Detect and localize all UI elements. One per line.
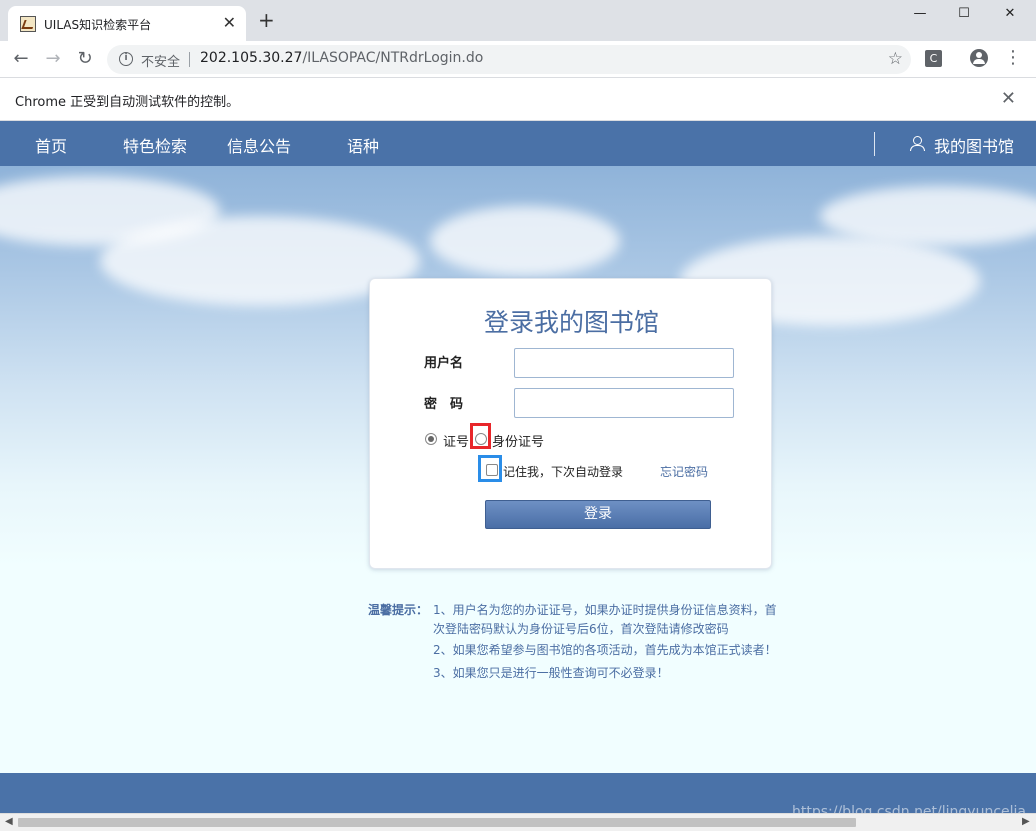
extension-icon[interactable]: C	[925, 50, 942, 67]
tab-title: UILAS知识检索平台	[44, 18, 152, 32]
browser-toolbar: ← → ↻ i 不安全 202.105.30.27/ILASOPAC/NTRdr…	[0, 41, 1036, 78]
remember-me-label: 记住我，下次自动登录	[503, 465, 624, 479]
highlight-box-red	[470, 423, 491, 449]
tip-line: 3、如果您只是进行一般性查询可不必登录！	[433, 666, 669, 680]
automation-infobar: Chrome 正受到自动测试软件的控制。 ✕	[0, 78, 1036, 121]
radio-id-number-label: 身份证号	[492, 435, 545, 450]
password-input[interactable]	[514, 388, 734, 418]
password-label: 密 码	[424, 397, 464, 412]
tips-label: 温馨提示：	[368, 603, 429, 617]
browser-tab[interactable]: UILAS知识检索平台 ✕	[8, 6, 246, 41]
site-favicon-icon	[20, 16, 36, 32]
login-button[interactable]: 登录	[485, 500, 711, 529]
username-label: 用户名	[424, 356, 464, 371]
infobar-close-icon[interactable]: ✕	[1001, 88, 1016, 109]
reload-icon[interactable]: ↻	[74, 48, 96, 70]
watermark-text: https://blog.csdn.net/lingyuncelia	[792, 804, 1026, 813]
forward-arrow-icon[interactable]: →	[42, 48, 64, 70]
url-text: 202.105.30.27/ILASOPAC/NTRdrLogin.do	[200, 50, 483, 66]
scroll-left-icon[interactable]: ◀	[5, 816, 13, 827]
user-icon	[910, 136, 925, 151]
cloud-shape	[430, 206, 620, 276]
horizontal-scrollbar[interactable]: ◀ ▶	[0, 813, 1036, 831]
tip-line: 2、如果您希望参与图书馆的各项活动，首先成为本馆正式读者！	[433, 643, 777, 657]
nav-item-home[interactable]: 首页	[35, 133, 67, 157]
scroll-right-icon[interactable]: ▶	[1022, 816, 1030, 827]
username-input[interactable]	[514, 348, 734, 378]
tip-line: 1、用户名为您的办证证号，如果办证时提供身份证信息资料，首次登陆密码默认为身份证…	[433, 603, 777, 636]
radio-card-number-label: 证号	[443, 435, 470, 450]
scrollbar-thumb[interactable]	[18, 818, 856, 827]
tab-close-icon[interactable]: ✕	[223, 13, 236, 33]
security-label: 不安全	[141, 55, 181, 70]
profile-avatar-icon[interactable]	[970, 49, 988, 67]
address-bar[interactable]: i 不安全 202.105.30.27/ILASOPAC/NTRdrLogin.…	[107, 45, 911, 74]
nav-item-announcements[interactable]: 信息公告	[227, 133, 291, 157]
window-minimize-icon[interactable]: —	[900, 4, 940, 24]
nav-divider	[874, 132, 875, 156]
nav-item-my-library[interactable]: 我的图书馆	[934, 133, 1014, 157]
nav-item-language[interactable]: 语种	[347, 133, 379, 157]
new-tab-icon[interactable]: +	[258, 10, 275, 30]
browser-menu-icon[interactable]: ⋮	[1004, 48, 1022, 68]
forgot-password-link[interactable]: 忘记密码	[660, 463, 708, 480]
nav-item-special-search[interactable]: 特色检索	[123, 133, 187, 157]
omnibox-divider	[189, 52, 190, 67]
bookmark-star-icon[interactable]: ☆	[888, 49, 903, 69]
window-close-icon[interactable]: ✕	[990, 4, 1030, 24]
back-arrow-icon[interactable]: ←	[10, 48, 32, 70]
radio-card-number[interactable]	[425, 433, 437, 445]
url-path: /ILASOPAC/NTRdrLogin.do	[302, 50, 484, 66]
url-host: 202.105.30.27	[200, 50, 303, 66]
login-card: 登录我的图书馆 用户名 密 码 证号 身份证号 记住我，下次自动登录 忘记密码 …	[369, 278, 772, 569]
infobar-message: Chrome 正受到自动测试软件的控制。	[15, 95, 240, 110]
browser-tabstrip: UILAS知识检索平台 ✕ + — ☐ ✕	[0, 0, 1036, 41]
login-title: 登录我的图书馆	[483, 308, 659, 337]
site-info-icon[interactable]: i	[119, 52, 133, 66]
highlight-box-blue	[478, 455, 502, 482]
window-maximize-icon[interactable]: ☐	[944, 4, 984, 24]
page-viewport: 首页 特色检索 信息公告 语种 我的图书馆 登录我的图书馆 用户名 密 码 证号…	[0, 121, 1036, 813]
site-navbar: 首页 特色检索 信息公告 语种 我的图书馆	[0, 121, 1036, 166]
